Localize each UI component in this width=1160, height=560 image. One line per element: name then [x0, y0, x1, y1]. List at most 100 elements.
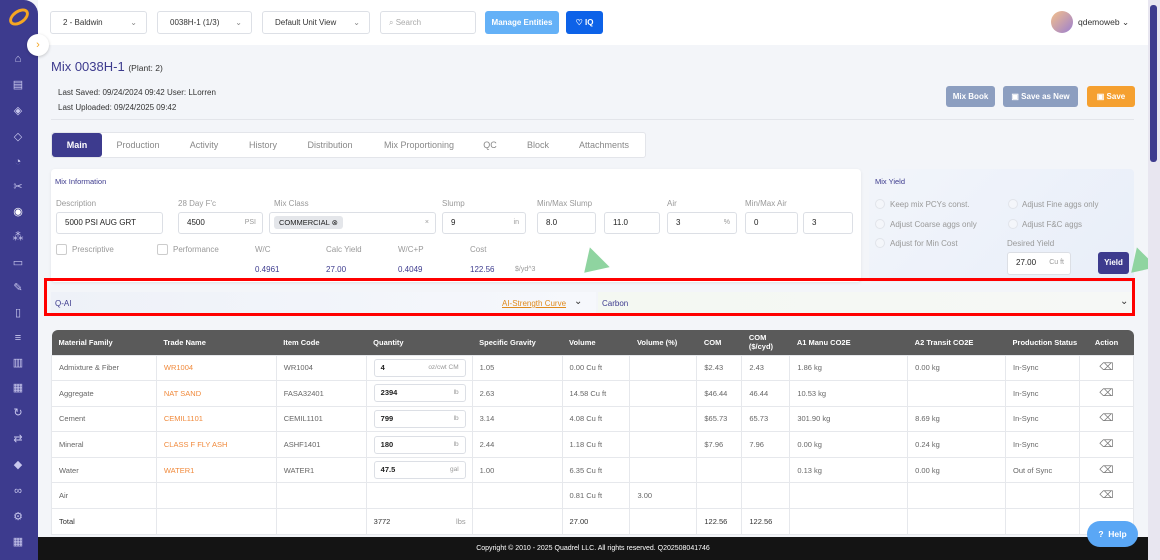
- adjust-fine-radio[interactable]: [1008, 199, 1018, 209]
- description-input[interactable]: 5000 PSI AUG GRT: [56, 212, 163, 234]
- document-icon[interactable]: ▤: [11, 78, 25, 92]
- chart-icon[interactable]: ◔: [11, 155, 25, 169]
- quantity-input[interactable]: 799 lb: [373, 409, 466, 428]
- column-header[interactable]: Volume: [562, 330, 630, 355]
- iq-button[interactable]: ♡ IQ: [566, 11, 603, 34]
- remove-chip-icon[interactable]: ⊗: [332, 218, 338, 227]
- home-icon[interactable]: ⌂: [11, 52, 25, 66]
- keep-pcys-radio[interactable]: [875, 199, 885, 209]
- column-header[interactable]: Material Family: [51, 330, 157, 355]
- scrollbar-thumb[interactable]: [1150, 5, 1157, 162]
- tab-main[interactable]: Main: [52, 133, 102, 157]
- list-icon[interactable]: ≡: [11, 331, 25, 345]
- help-button[interactable]: ? Help: [1087, 521, 1138, 547]
- clipboard-icon[interactable]: ▯: [11, 306, 25, 320]
- manage-entities-button[interactable]: Manage Entities: [485, 11, 559, 34]
- slump-input[interactable]: 9 in: [442, 212, 526, 234]
- column-header[interactable]: Action: [1079, 330, 1134, 355]
- clear-icon[interactable]: ×: [425, 213, 429, 233]
- column-header[interactable]: COM ($/cyd): [741, 330, 790, 355]
- scrollbar[interactable]: [1148, 0, 1160, 560]
- column-header[interactable]: Specific Gravity: [472, 330, 563, 355]
- quantity-input[interactable]: 4 oz/cwt CM: [373, 358, 466, 377]
- adjust-min-cost-radio[interactable]: [875, 238, 885, 248]
- network-icon[interactable]: ⁂: [11, 230, 25, 244]
- column-header[interactable]: Quantity: [366, 330, 473, 355]
- plant-select[interactable]: 2 - Baldwin ⌄: [50, 11, 147, 34]
- tag-icon[interactable]: ◆: [11, 458, 25, 472]
- mix-information-title: Mix Information: [55, 177, 107, 186]
- trade-name-link[interactable]: NAT SAND: [155, 380, 277, 407]
- avatar[interactable]: [1051, 11, 1073, 33]
- tab-production[interactable]: Production: [110, 133, 166, 157]
- air-min-input[interactable]: 0: [745, 212, 798, 234]
- expand-sidebar-button[interactable]: ›: [27, 34, 49, 56]
- analytics-icon[interactable]: ▦: [11, 381, 25, 395]
- bar-chart-icon[interactable]: ▥: [11, 356, 25, 370]
- trade-name-link[interactable]: WR1004: [155, 354, 277, 382]
- save-button[interactable]: ▣ Save: [1087, 86, 1135, 107]
- trade-name-link[interactable]: CEMIL1101: [155, 405, 277, 433]
- tab-distribution[interactable]: Distribution: [298, 133, 362, 157]
- refresh-icon[interactable]: ↻: [11, 406, 25, 420]
- air-input[interactable]: 3%: [667, 212, 737, 234]
- tab-activity[interactable]: Activity: [180, 133, 228, 157]
- quantity-input[interactable]: 2394 lb: [373, 384, 466, 403]
- slump-max-input[interactable]: 11.0: [604, 212, 660, 234]
- adjust-fc-radio[interactable]: [1008, 219, 1018, 229]
- slump-min-input[interactable]: 8.0: [537, 212, 596, 234]
- adjust-coarse-radio[interactable]: [875, 219, 885, 229]
- delete-row-icon[interactable]: ⌫: [1099, 465, 1113, 476]
- desired-yield-input[interactable]: 27.00 Cu ft: [1007, 252, 1071, 275]
- column-header[interactable]: A2 Transit CO2E: [907, 330, 1006, 355]
- delete-row-icon[interactable]: ⌫: [1099, 439, 1113, 450]
- column-header[interactable]: Production Status: [1005, 330, 1080, 355]
- tab-mix-proportioning[interactable]: Mix Proportioning: [375, 133, 463, 157]
- trade-name-link[interactable]: [155, 482, 277, 510]
- edit-icon[interactable]: ✎: [11, 281, 25, 295]
- quantity-input[interactable]: 180 lb: [373, 435, 466, 454]
- search-input[interactable]: ⌕ Search: [380, 11, 476, 34]
- delete-row-icon[interactable]: ⌫: [1099, 413, 1113, 424]
- tab-qc[interactable]: QC: [476, 133, 504, 157]
- layers-icon[interactable]: ◈: [11, 104, 25, 118]
- unit-view-select[interactable]: Default Unit View ⌄: [262, 11, 370, 34]
- performance-checkbox[interactable]: [157, 244, 168, 255]
- delete-row-icon[interactable]: ⌫: [1099, 362, 1113, 373]
- a1-manu-co2e: 1.86 kg: [789, 354, 909, 382]
- column-header[interactable]: COM: [696, 330, 742, 355]
- quantity-value: 2394: [380, 388, 398, 398]
- prescriptive-checkbox[interactable]: [56, 244, 67, 255]
- link-icon[interactable]: ∞: [11, 484, 25, 498]
- trade-name-link[interactable]: WATER1: [155, 456, 277, 484]
- column-header[interactable]: Trade Name: [156, 330, 277, 355]
- action-cell: ⌫: [1078, 431, 1135, 458]
- mix-icon[interactable]: ◉: [11, 205, 25, 219]
- fc-input[interactable]: 4500 PSI: [178, 212, 263, 234]
- tab-history[interactable]: History: [240, 133, 286, 157]
- save-as-new-button[interactable]: ▣ Save as New: [1003, 86, 1078, 107]
- mix-select[interactable]: 0038H-1 (1/3) ⌄: [157, 11, 252, 34]
- settings-icon[interactable]: ⚙: [11, 510, 25, 524]
- trade-name-link[interactable]: CLASS F FLY ASH: [155, 431, 277, 458]
- delete-row-icon[interactable]: ⌫: [1099, 388, 1113, 399]
- mix-book-button[interactable]: Mix Book: [946, 86, 995, 107]
- quantity-input[interactable]: 47.5 gal: [373, 461, 466, 480]
- air-max-input[interactable]: 3: [803, 212, 853, 234]
- tools-icon[interactable]: ✂: [11, 180, 25, 194]
- tab-block[interactable]: Block: [518, 133, 558, 157]
- truck-icon[interactable]: ⇄: [11, 432, 25, 446]
- delete-row-icon[interactable]: ⌫: [1099, 490, 1113, 501]
- folder-icon[interactable]: ▭: [11, 256, 25, 270]
- mix-class-select[interactable]: COMMERCIAL ⊗ ×: [269, 212, 436, 234]
- column-header[interactable]: Item Code: [276, 330, 367, 355]
- stack-icon[interactable]: ◇: [11, 130, 25, 144]
- grid-icon[interactable]: ▦: [11, 535, 25, 549]
- user-menu[interactable]: qdemoweb ⌄: [1078, 17, 1129, 28]
- column-header[interactable]: Volume (%): [629, 330, 697, 355]
- mix-class-chip: COMMERCIAL ⊗: [274, 216, 343, 229]
- tab-attachments[interactable]: Attachments: [570, 133, 638, 157]
- plant-label: (Plant: 2): [128, 63, 163, 73]
- table-row: Water WATER1 WATER1 47.5 gal 1.00 6.35 Cu ft 0.…: [51, 456, 1135, 484]
- column-header[interactable]: A1 Manu CO2E: [789, 330, 908, 355]
